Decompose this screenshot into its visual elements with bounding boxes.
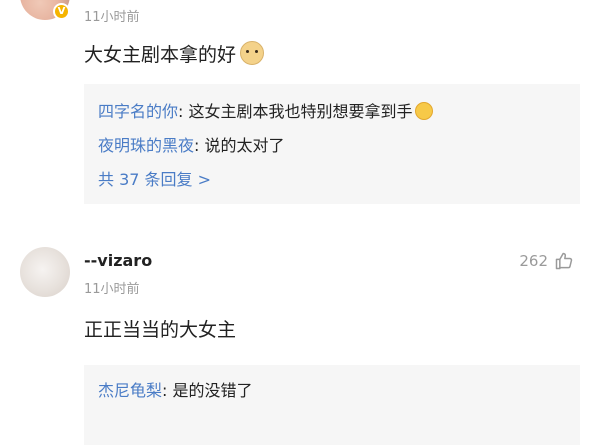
reply-text: 这女主剧本我也特别想要拿到手 xyxy=(183,102,413,121)
reply-item[interactable]: 夜明珠的黑夜: 说的太对了 xyxy=(98,132,285,156)
reply-preview-box[interactable]: 杰尼龟梨: 是的没错了 xyxy=(84,365,580,445)
verified-badge-icon: V xyxy=(53,3,70,20)
reply-preview-box[interactable]: 四字名的你: 这女主剧本我也特别想要拿到手 夜明珠的黑夜: 说的太对了 共 37… xyxy=(84,84,580,204)
view-more-replies-label: 共 37 条回复 > xyxy=(98,170,212,189)
comment-username[interactable]: --vizaro xyxy=(84,251,152,270)
comment-item: V 11小时前 大女主剧本拿的好 四字名的你: 这女主剧本我也特别想要拿到手 夜… xyxy=(0,0,600,215)
comment-text-content: 大女主剧本拿的好 xyxy=(84,44,237,66)
reply-item[interactable]: 杰尼龟梨: 是的没错了 xyxy=(98,377,253,401)
thumbs-up-icon xyxy=(554,251,574,271)
view-more-replies-link[interactable]: 共 37 条回复 > xyxy=(98,166,211,190)
reply-item[interactable]: 四字名的你: 这女主剧本我也特别想要拿到手 xyxy=(98,98,433,122)
reply-author[interactable]: 杰尼龟梨 xyxy=(98,381,162,400)
comment-time: 11小时前 xyxy=(84,282,140,297)
comment-time: 11小时前 xyxy=(84,10,140,25)
reply-text: 说的太对了 xyxy=(199,136,285,155)
like-count: 262 xyxy=(519,252,548,270)
like-button[interactable]: 262 xyxy=(519,251,574,271)
reply-author[interactable]: 夜明珠的黑夜 xyxy=(98,136,194,155)
smirk-emoji-icon xyxy=(414,102,433,120)
comment-item: --vizaro 11小时前 262 正正当当的大女主 杰尼龟梨: 是的没错了 xyxy=(0,235,600,445)
avatar[interactable] xyxy=(20,247,70,297)
reply-text: 是的没错了 xyxy=(167,381,253,400)
doge-emoji-icon xyxy=(240,41,265,65)
comment-text[interactable]: 正正当当的大女主 xyxy=(84,315,236,342)
reply-author[interactable]: 四字名的你 xyxy=(98,102,178,121)
comment-text[interactable]: 大女主剧本拿的好 xyxy=(84,40,265,67)
